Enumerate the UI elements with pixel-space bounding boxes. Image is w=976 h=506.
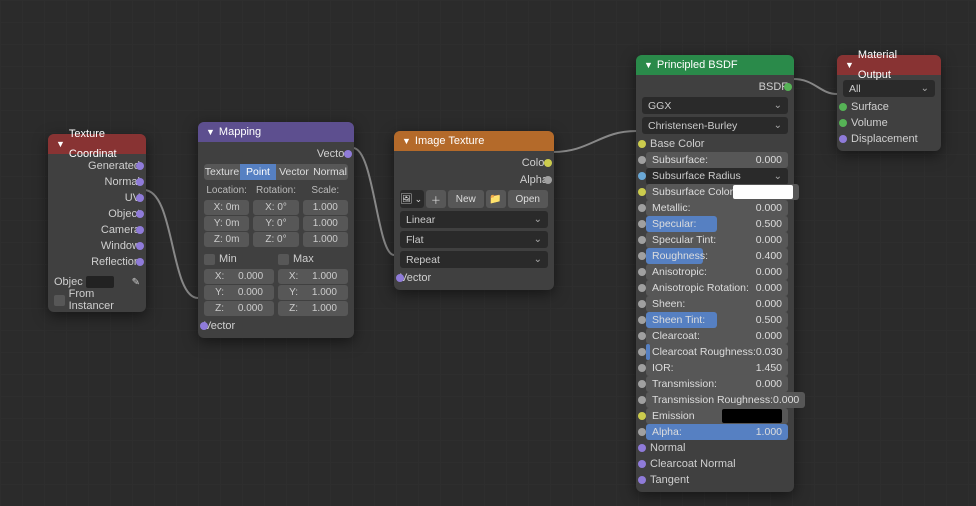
node-title: Mapping (219, 122, 261, 142)
node-title: Image Texture (415, 131, 485, 151)
input-surface: Surface (843, 99, 935, 115)
prop-roughness-[interactable]: Roughness:0.400 (642, 248, 788, 264)
node-material-output[interactable]: ▼Material Output All SurfaceVolumeDispla… (837, 55, 941, 151)
node-title: Material Output (858, 45, 933, 85)
min-checkbox[interactable]: Min (204, 251, 274, 267)
prop-clearcoat-[interactable]: Clearcoat:0.000 (642, 328, 788, 344)
node-title: Principled BSDF (657, 55, 738, 75)
prop-subsurface-radius[interactable]: Subsurface Radius (642, 168, 788, 184)
prop-specular-[interactable]: Specular:0.500 (642, 216, 788, 232)
node-image-texture[interactable]: ▼Image Texture Color Alpha 🖼⌄ ＋ New 📁 Op… (394, 131, 554, 290)
output-window: Window (54, 238, 140, 254)
output-color: Color (400, 155, 548, 171)
distribution-dropdown[interactable]: GGX (642, 97, 788, 114)
output-alpha: Alpha (400, 172, 548, 188)
prop-transmission-[interactable]: Transmission:0.000 (642, 376, 788, 392)
node-texture-coordinate[interactable]: ▼Texture Coordinat GeneratedNormalUVObje… (48, 134, 146, 312)
prop-clearcoat-roughness-[interactable]: Clearcoat Roughness:0.030 (642, 344, 788, 360)
output-generated: Generated (54, 158, 140, 174)
output-object: Object (54, 206, 140, 222)
output-uv: UV (54, 190, 140, 206)
node-mapping[interactable]: ▼Mapping Vector TexturePointVectorNormal… (198, 122, 354, 338)
new-button[interactable]: New (448, 190, 484, 208)
mapping-type-normal[interactable]: Normal (312, 164, 348, 180)
extension-dropdown[interactable]: Repeat (400, 251, 548, 268)
interpolation-dropdown[interactable]: Linear (400, 211, 548, 228)
scale-y[interactable]: 1.000 (303, 216, 348, 231)
image-browser-bar[interactable]: 🖼⌄ ＋ New 📁 Open (400, 190, 548, 208)
target-dropdown[interactable]: All (843, 80, 935, 97)
mapping-type-toggle[interactable]: TexturePointVectorNormal (204, 164, 348, 180)
new-image-icon: ＋ (426, 190, 446, 208)
collapse-icon[interactable]: ▼ (644, 55, 653, 75)
projection-dropdown[interactable]: Flat (400, 231, 548, 248)
loc-y[interactable]: Y: 0m (204, 216, 249, 231)
output-bsdf: BSDF (642, 79, 788, 95)
prop-sheen-[interactable]: Sheen:0.000 (642, 296, 788, 312)
folder-icon: 📁 (486, 190, 506, 208)
input-volume: Volume (843, 115, 935, 131)
output-reflection: Reflection (54, 254, 140, 270)
collapse-icon[interactable]: ▼ (56, 134, 65, 154)
loc-x[interactable]: X: 0m (204, 200, 249, 215)
object-picker[interactable] (86, 276, 114, 288)
prop-base-color: Base Color (642, 136, 788, 152)
input-vector: Vector (204, 318, 348, 334)
prop-anisotropic-[interactable]: Anisotropic:0.000 (642, 264, 788, 280)
open-button[interactable]: Open (508, 190, 548, 208)
image-browse-icon: 🖼⌄ (400, 190, 424, 208)
rot-z[interactable]: Z: 0° (253, 232, 298, 247)
mapping-type-point[interactable]: Point (240, 164, 276, 180)
scale-z[interactable]: 1.000 (303, 232, 348, 247)
prop-clearcoat-normal: Clearcoat Normal (642, 456, 788, 472)
prop-subsurface-[interactable]: Subsurface:0.000 (642, 152, 788, 168)
max-x[interactable]: X: 1.000 (278, 269, 348, 284)
prop-normal: Normal (642, 440, 788, 456)
rot-x[interactable]: X: 0° (253, 200, 298, 215)
sss-method-dropdown[interactable]: Christensen-Burley (642, 117, 788, 134)
max-y[interactable]: Y: 1.000 (278, 285, 348, 300)
output-vector: Vector (204, 146, 348, 162)
min-x[interactable]: X: 0.000 (204, 269, 274, 284)
max-z[interactable]: Z: 1.000 (278, 301, 348, 316)
rot-y[interactable]: Y: 0° (253, 216, 298, 231)
prop-specular-tint-[interactable]: Specular Tint:0.000 (642, 232, 788, 248)
node-principled-bsdf[interactable]: ▼Principled BSDF BSDF GGX Christensen-Bu… (636, 55, 794, 492)
min-y[interactable]: Y: 0.000 (204, 285, 274, 300)
prop-sheen-tint-[interactable]: Sheen Tint:0.500 (642, 312, 788, 328)
mapping-type-vector[interactable]: Vector (276, 164, 312, 180)
collapse-icon[interactable]: ▼ (206, 122, 215, 142)
collapse-icon[interactable]: ▼ (845, 55, 854, 75)
prop-anisotropic-rotation-[interactable]: Anisotropic Rotation:0.000 (642, 280, 788, 296)
prop-metallic-[interactable]: Metallic:0.000 (642, 200, 788, 216)
prop-tangent: Tangent (642, 472, 788, 488)
output-camera: Camera (54, 222, 140, 238)
prop-alpha-[interactable]: Alpha:1.000 (642, 424, 788, 440)
prop-subsurface-color[interactable]: Subsurface Color (642, 184, 788, 200)
input-vector: Vector (400, 270, 548, 286)
collapse-icon[interactable]: ▼ (402, 131, 411, 151)
min-z[interactable]: Z: 0.000 (204, 301, 274, 316)
mapping-type-texture[interactable]: Texture (204, 164, 240, 180)
output-normal: Normal (54, 174, 140, 190)
loc-z[interactable]: Z: 0m (204, 232, 249, 247)
max-checkbox[interactable]: Max (278, 251, 348, 267)
eyedropper-icon[interactable]: ✎ (132, 277, 140, 288)
prop-transmission-roughness-[interactable]: Transmission Roughness:0.000 (642, 392, 788, 408)
input-displacement: Displacement (843, 131, 935, 147)
from-instancer-checkbox[interactable]: From Instancer (54, 292, 140, 308)
scale-x[interactable]: 1.000 (303, 200, 348, 215)
prop-ior-[interactable]: IOR:1.450 (642, 360, 788, 376)
prop-emission[interactable]: Emission (642, 408, 788, 424)
